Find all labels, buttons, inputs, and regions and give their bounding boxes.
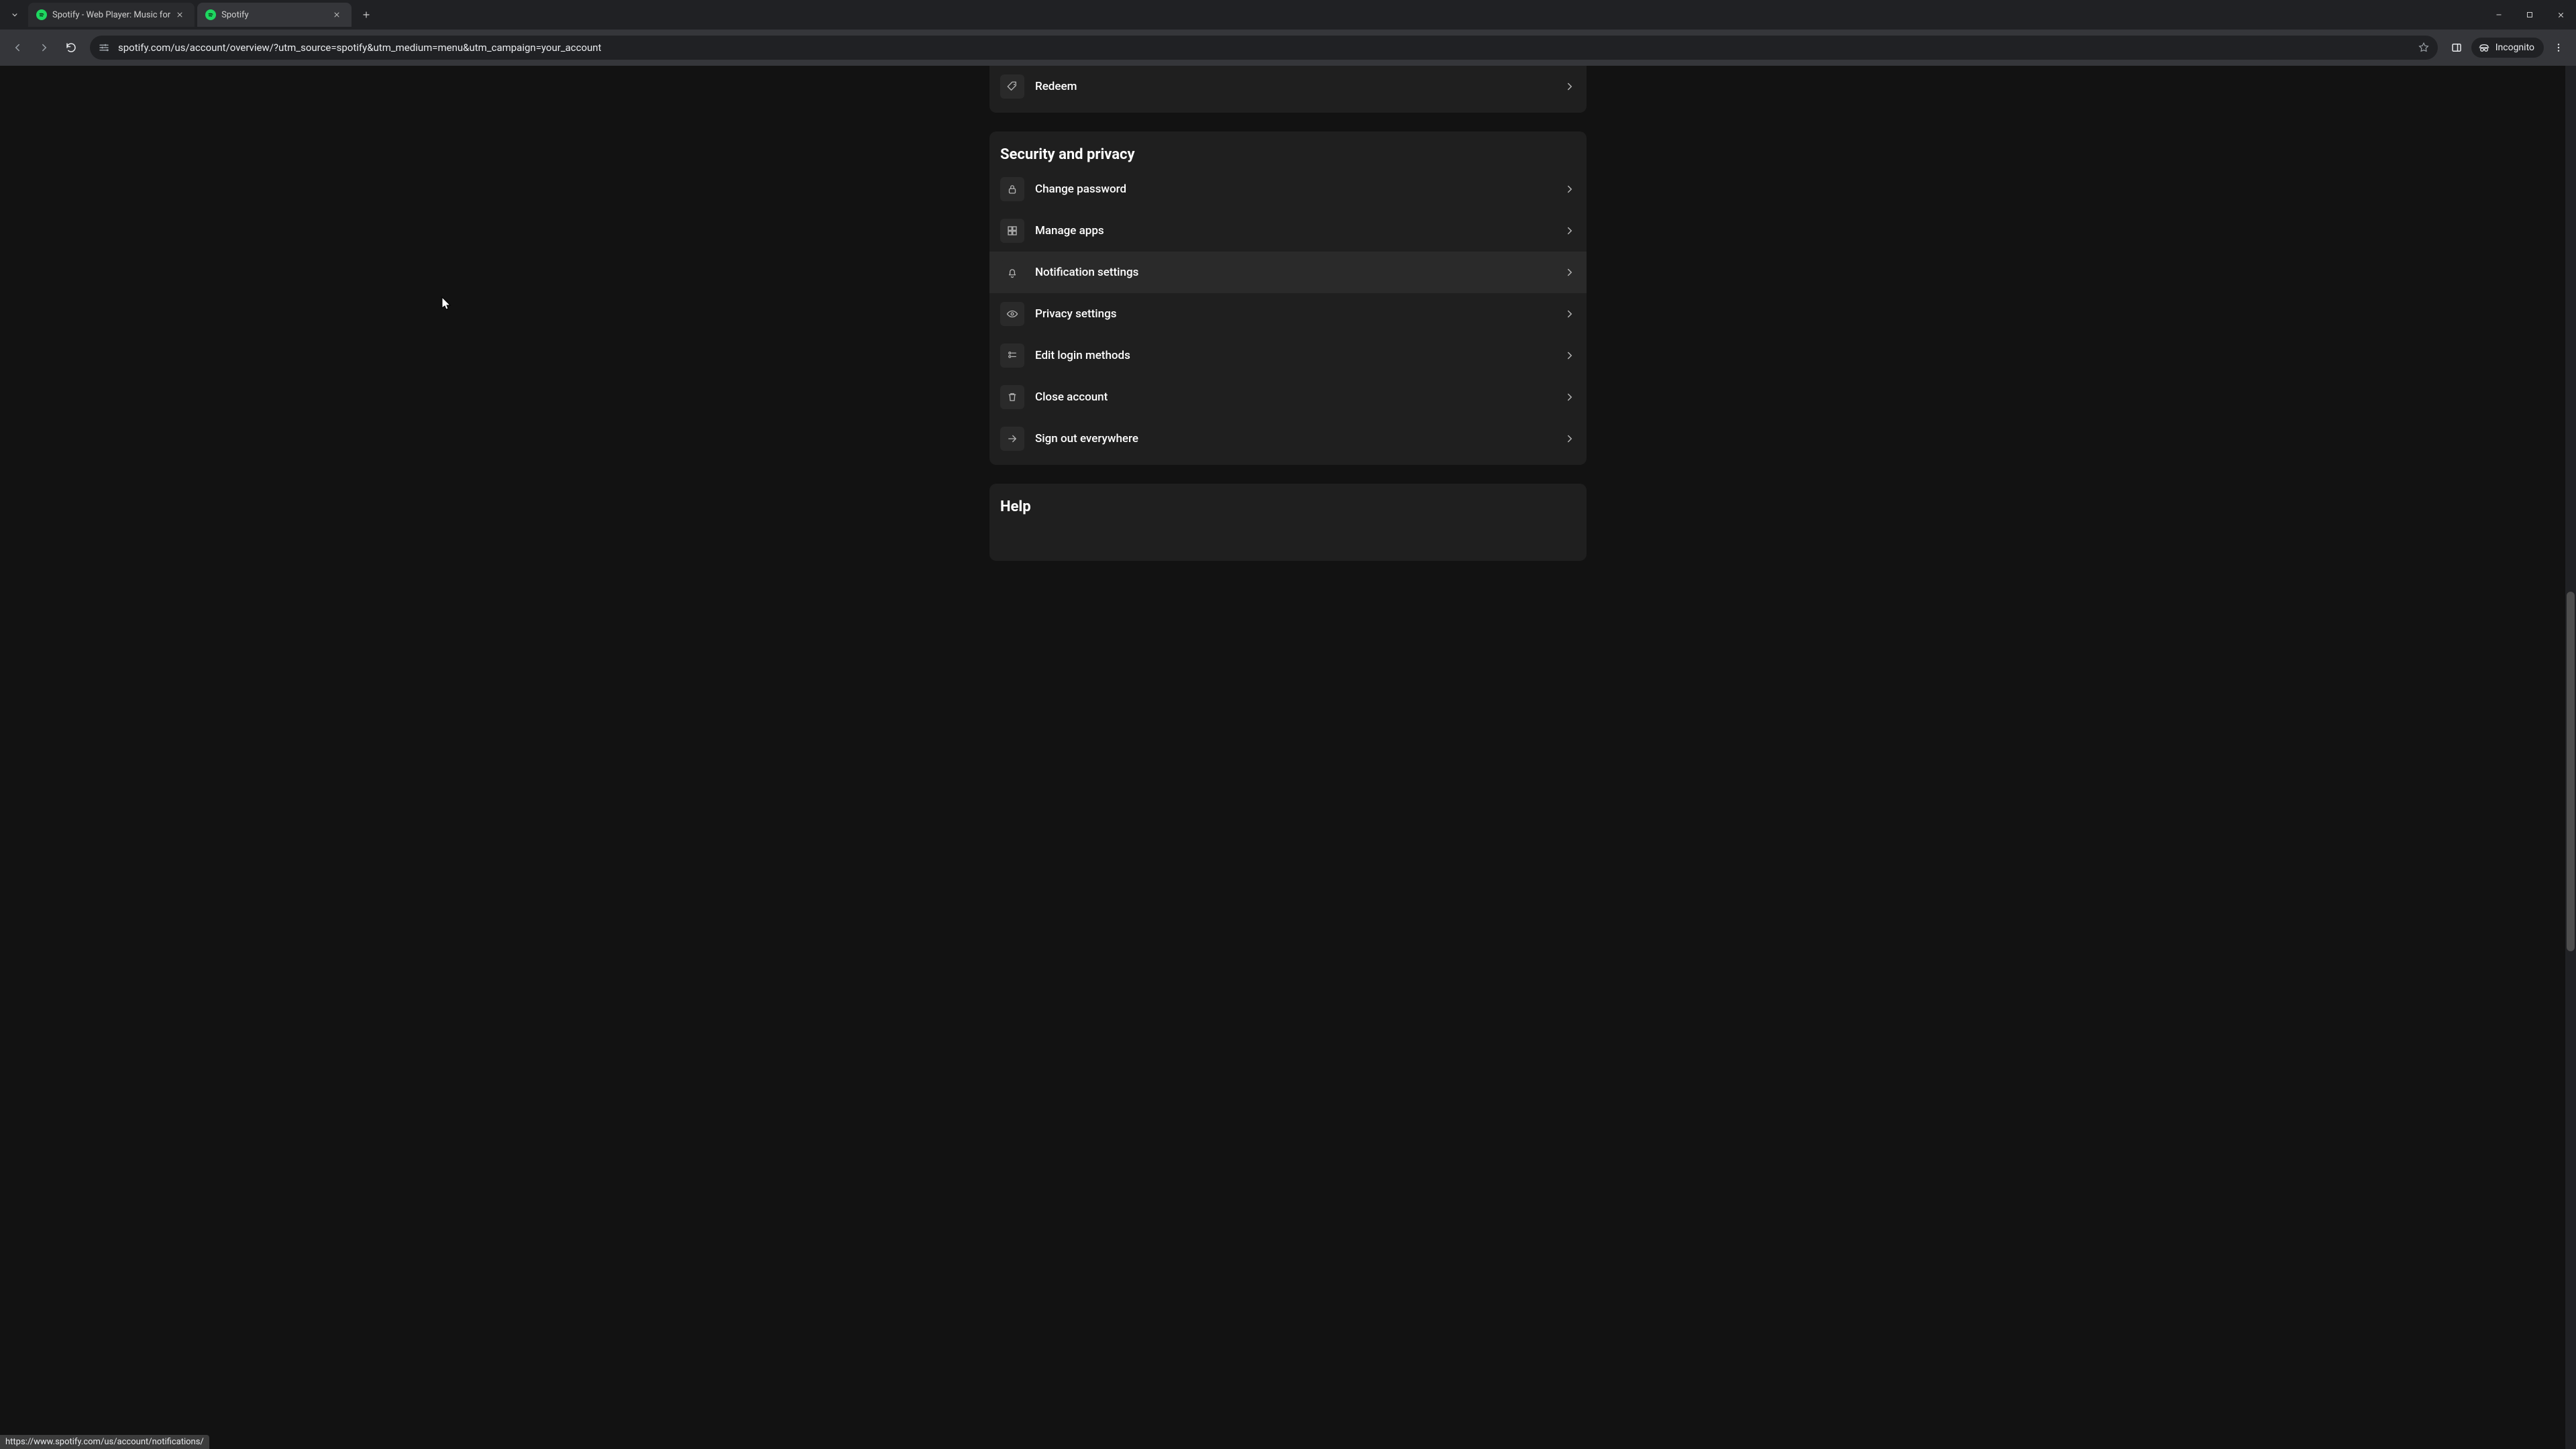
- url-text: spotify.com/us/account/overview/?utm_sou…: [118, 42, 2410, 54]
- browser-tab-active[interactable]: Spotify: [197, 3, 352, 27]
- window-controls: [2483, 0, 2576, 30]
- new-tab-button[interactable]: [357, 5, 376, 24]
- panel-icon: [2451, 42, 2463, 54]
- side-panel-button[interactable]: [2445, 36, 2469, 60]
- arrow-right-icon: [1000, 427, 1024, 451]
- page-viewport[interactable]: Redeem Security and privacy Change passw…: [0, 66, 2576, 1449]
- row-label: Change password: [1035, 182, 1553, 196]
- browser-toolbar: spotify.com/us/account/overview/?utm_sou…: [0, 30, 2576, 66]
- window-minimize-button[interactable]: [2483, 0, 2514, 30]
- bookmark-button[interactable]: [2418, 42, 2430, 54]
- row-change-password[interactable]: Change password: [989, 168, 1587, 210]
- row-privacy-settings[interactable]: Privacy settings: [989, 293, 1587, 335]
- kebab-icon: [2553, 42, 2564, 53]
- spotify-favicon-icon: [36, 9, 47, 20]
- trash-icon: [1000, 385, 1024, 409]
- row-label: Sign out everywhere: [1035, 432, 1553, 445]
- scrollbar-thumb[interactable]: [2567, 592, 2575, 951]
- row-edit-login-methods[interactable]: Edit login methods: [989, 335, 1587, 376]
- chevron-right-icon: [1564, 391, 1576, 403]
- site-info-button[interactable]: [98, 42, 110, 54]
- tune-icon: [98, 42, 110, 54]
- close-icon: [2557, 11, 2565, 19]
- reload-icon: [65, 42, 77, 54]
- tab-search-button[interactable]: [5, 5, 24, 24]
- window-close-button[interactable]: [2545, 0, 2576, 30]
- chevron-right-icon: [1564, 308, 1576, 320]
- browser-menu-button[interactable]: [2546, 36, 2571, 60]
- chevron-right-icon: [1564, 266, 1576, 278]
- row-notification-settings[interactable]: Notification settings: [989, 252, 1587, 293]
- minimize-icon: [2495, 11, 2503, 19]
- settings-card-partial: Redeem: [989, 66, 1587, 113]
- bell-icon: [1000, 260, 1024, 284]
- reload-button[interactable]: [59, 36, 83, 60]
- star-icon: [2418, 42, 2430, 54]
- window-maximize-button[interactable]: [2514, 0, 2545, 30]
- status-bar: https://www.spotify.com/us/account/notif…: [0, 1435, 209, 1449]
- grid-icon: [1000, 219, 1024, 243]
- chevron-right-icon: [1564, 350, 1576, 362]
- close-icon: [176, 11, 184, 19]
- arrow-right-icon: [38, 42, 50, 54]
- tab-title: Spotify - Web Player: Music for: [52, 10, 170, 20]
- settings-card-security: Security and privacy Change password Man…: [989, 131, 1587, 465]
- back-button[interactable]: [5, 36, 30, 60]
- incognito-icon: [2478, 42, 2490, 54]
- tab-strip: Spotify - Web Player: Music for Spotify: [0, 0, 2576, 30]
- tab-close-button[interactable]: [176, 11, 188, 19]
- address-bar[interactable]: spotify.com/us/account/overview/?utm_sou…: [90, 36, 2438, 60]
- close-icon: [333, 11, 341, 19]
- row-label: Redeem: [1035, 80, 1553, 93]
- row-redeem[interactable]: Redeem: [989, 66, 1587, 107]
- tag-icon: [1000, 74, 1024, 99]
- tab-close-button[interactable]: [333, 11, 345, 19]
- spotify-favicon-icon: [205, 9, 216, 20]
- maximize-icon: [2526, 11, 2534, 19]
- arrow-left-icon: [11, 42, 23, 54]
- forward-button[interactable]: [32, 36, 56, 60]
- sliders-icon: [1000, 343, 1024, 368]
- eye-icon: [1000, 302, 1024, 326]
- row-label: Notification settings: [1035, 266, 1553, 279]
- tab-title: Spotify: [221, 10, 327, 20]
- browser-tab-inactive[interactable]: Spotify - Web Player: Music for: [28, 3, 195, 27]
- row-label: Manage apps: [1035, 224, 1553, 237]
- chevron-down-icon: [10, 10, 19, 19]
- row-manage-apps[interactable]: Manage apps: [989, 210, 1587, 252]
- chevron-right-icon: [1564, 225, 1576, 237]
- incognito-label: Incognito: [2496, 42, 2534, 53]
- row-label: Privacy settings: [1035, 307, 1553, 321]
- incognito-indicator[interactable]: Incognito: [2471, 38, 2544, 58]
- row-label: Close account: [1035, 390, 1553, 404]
- browser-chrome: Spotify - Web Player: Music for Spotify: [0, 0, 2576, 66]
- vertical-scrollbar[interactable]: [2565, 66, 2576, 1449]
- chevron-right-icon: [1564, 433, 1576, 445]
- section-title-help: Help: [989, 484, 1587, 521]
- status-bar-url: https://www.spotify.com/us/account/notif…: [5, 1437, 204, 1447]
- section-title-security: Security and privacy: [989, 131, 1587, 168]
- settings-content: Redeem Security and privacy Change passw…: [989, 66, 1587, 1449]
- toolbar-right-actions: Incognito: [2445, 36, 2571, 60]
- row-label: Edit login methods: [1035, 349, 1553, 362]
- plus-icon: [362, 10, 371, 19]
- chevron-right-icon: [1564, 183, 1576, 195]
- row-close-account[interactable]: Close account: [989, 376, 1587, 418]
- settings-card-help: Help: [989, 484, 1587, 561]
- row-sign-out-everywhere[interactable]: Sign out everywhere: [989, 418, 1587, 460]
- lock-icon: [1000, 177, 1024, 201]
- chevron-right-icon: [1564, 80, 1576, 93]
